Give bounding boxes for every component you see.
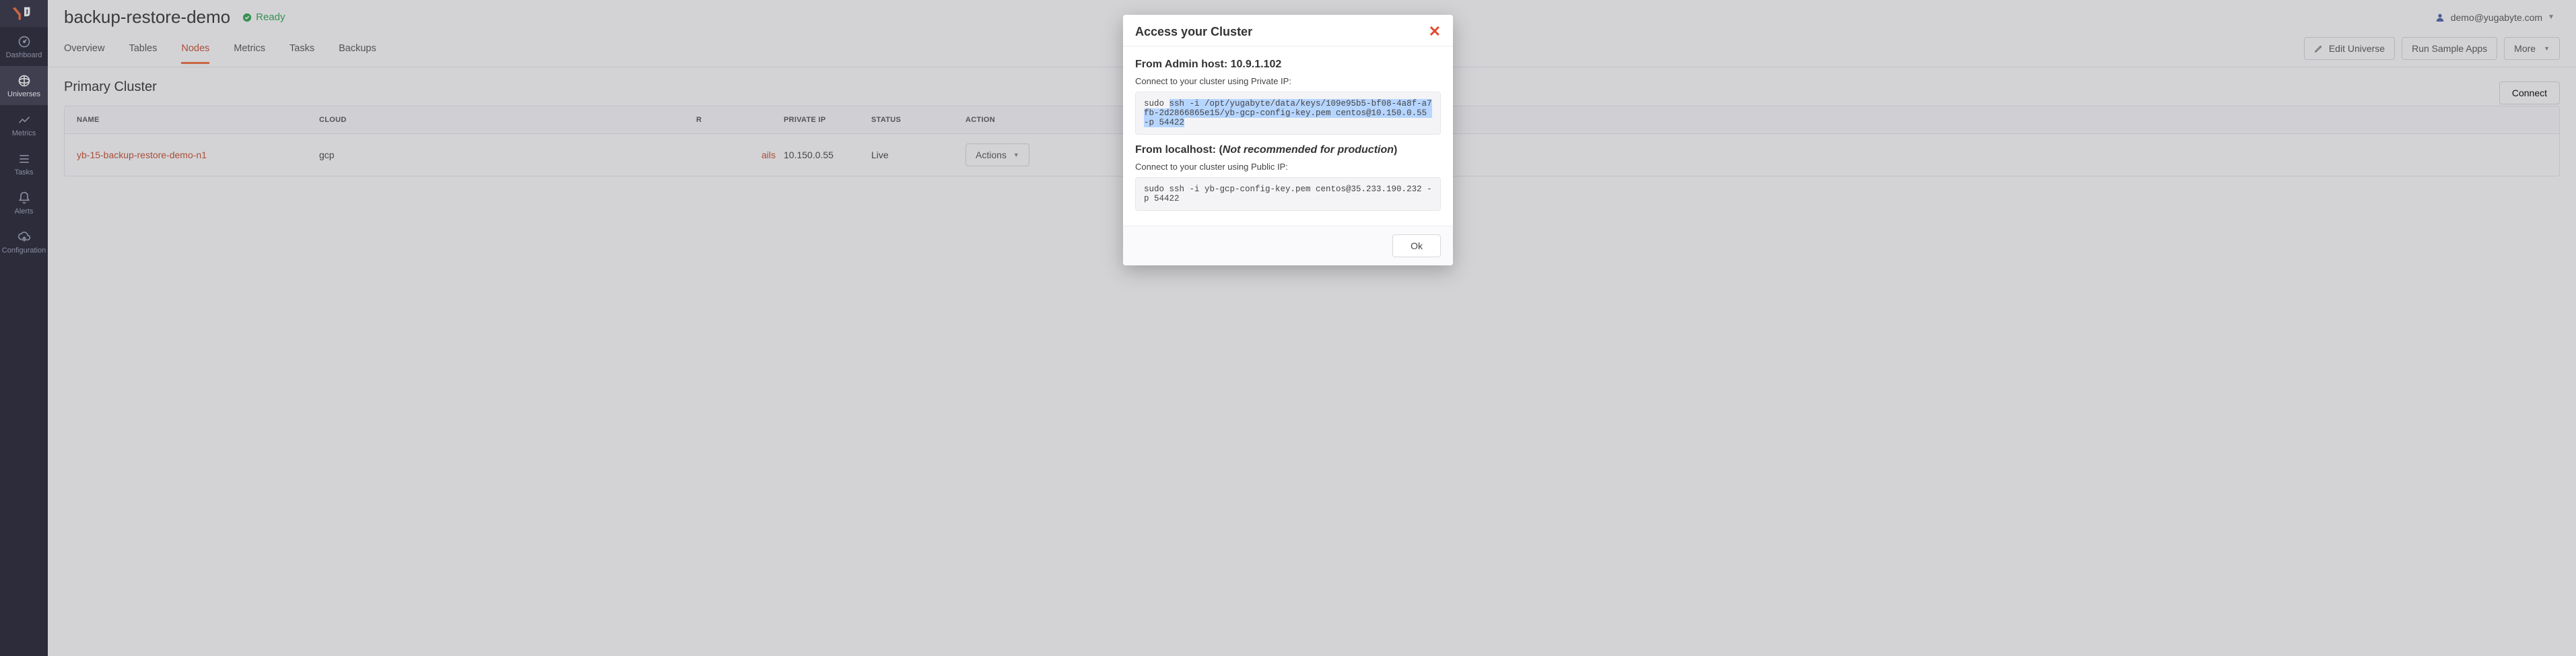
modal-scrim[interactable]: Access your Cluster ✕ From Admin host: 1…	[0, 0, 2576, 656]
modal-section1-sub: Connect to your cluster using Private IP…	[1135, 76, 1441, 86]
modal-header: Access your Cluster ✕	[1123, 15, 1453, 46]
ok-button[interactable]: Ok	[1392, 234, 1441, 257]
modal-section1-title: From Admin host: 10.9.1.102	[1135, 59, 1441, 71]
modal-section2-sub: Connect to your cluster using Public IP:	[1135, 162, 1441, 172]
command-highlight: ssh -i /opt/yugabyte/data/keys/109e95b5-…	[1144, 99, 1432, 127]
modal-body: From Admin host: 10.9.1.102 Connect to y…	[1123, 46, 1453, 226]
modal-title: Access your Cluster	[1135, 25, 1252, 39]
access-cluster-modal: Access your Cluster ✕ From Admin host: 1…	[1123, 15, 1453, 265]
modal-footer: Ok	[1123, 226, 1453, 265]
localhost-command[interactable]: sudo ssh -i yb-gcp-config-key.pem centos…	[1135, 177, 1441, 211]
modal-section2-title: From localhost: (Not recommended for pro…	[1135, 144, 1441, 156]
close-icon[interactable]: ✕	[1429, 24, 1441, 39]
admin-host-command[interactable]: sudo ssh -i /opt/yugabyte/data/keys/109e…	[1135, 92, 1441, 135]
